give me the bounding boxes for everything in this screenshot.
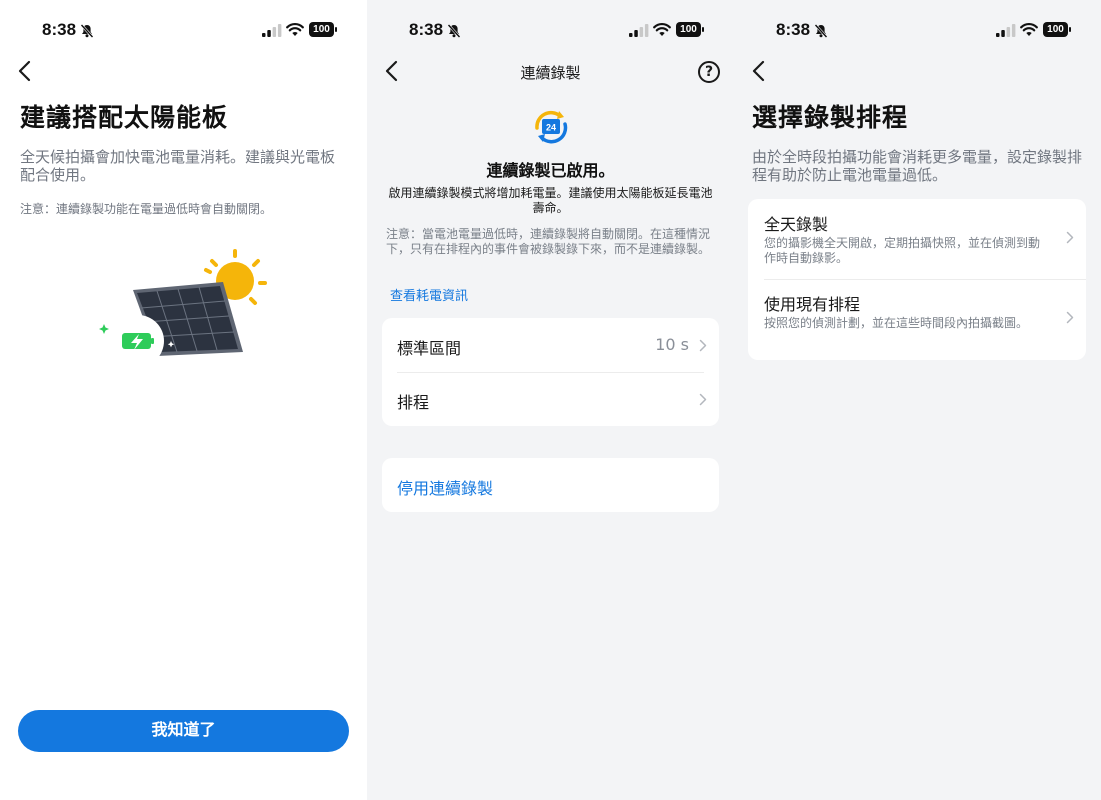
- status-time: 8:38: [776, 20, 811, 39]
- setting-label: 標準區間: [397, 339, 462, 358]
- back-chevron-icon[interactable]: [751, 60, 767, 82]
- enabled-body: 啟用連續錄製模式將增加耗電量。建議使用太陽能板延長電池壽命。: [388, 186, 713, 215]
- power-info-link[interactable]: 查看耗電資訊: [390, 285, 468, 304]
- signal-icon: [262, 24, 282, 37]
- page-description: 由於全時段拍攝功能會消耗更多電量，設定錄製排程有助於防止電池電量過低。: [752, 148, 1083, 184]
- help-icon[interactable]: ?: [698, 61, 720, 83]
- status-time: 8:38: [409, 20, 444, 39]
- option-existing-schedule[interactable]: 使用現有排程 按照您的偵測計劃，並在這些時間段內拍攝截圖。: [748, 279, 1086, 359]
- enabled-title: 連續錄製已啟用。: [486, 161, 615, 180]
- screen-solar-recommendation: 8:38 100 建議搭配太陽能板 全天候拍攝會加快電池電量消耗。建議與光電板配…: [0, 0, 367, 800]
- option-title: 使用現有排程: [764, 295, 861, 314]
- status-bar: 8:38 100: [734, 18, 1101, 44]
- screen-select-schedule: 8:38 100 選擇錄製排程 由於全時段拍攝功能會消耗更多電量，設定錄製排程有…: [734, 0, 1101, 800]
- chevron-right-icon: [699, 393, 707, 406]
- battery-level: 100: [676, 22, 701, 37]
- option-description: 您的攝影機全天開啟，定期拍攝快照，並在偵測到動作時自動錄影。: [764, 236, 1041, 265]
- battery-level: 100: [309, 22, 334, 37]
- enabled-note: 注意：當電池電量過低時，連續錄製將自動關閉。在這種情況下，只有在排程內的事件會被…: [386, 227, 711, 256]
- icon-24-label: 24: [546, 123, 556, 133]
- battery-icon: 100: [1043, 22, 1072, 37]
- chevron-right-icon: [699, 339, 707, 352]
- settings-card: 標準區間 10 s 排程: [382, 318, 719, 426]
- chevron-right-icon: [1066, 231, 1074, 244]
- wifi-icon: [286, 23, 304, 36]
- sparkle-icon: [99, 324, 109, 334]
- bell-muted-icon: [814, 24, 828, 38]
- wifi-icon: [1020, 23, 1038, 36]
- signal-icon: [996, 24, 1016, 37]
- screen-continuous-recording: 8:38 100 連續錄製 ? 24 連續錄製已啟用。 啟用連續錄製模式將增加耗…: [367, 0, 734, 800]
- back-chevron-icon[interactable]: [17, 60, 33, 82]
- chevron-right-icon: [1066, 311, 1074, 324]
- setting-row-interval[interactable]: 標準區間 10 s: [382, 318, 719, 372]
- signal-icon: [629, 24, 649, 37]
- page-title: 建議搭配太陽能板: [20, 103, 229, 132]
- nav-title: 連續錄製: [520, 64, 581, 82]
- setting-value: 10 s: [655, 335, 689, 354]
- got-it-button[interactable]: 我知道了: [18, 710, 349, 752]
- disable-continuous-button[interactable]: 停用連續錄製: [397, 475, 493, 499]
- wifi-icon: [653, 23, 671, 36]
- bell-muted-icon: [80, 24, 94, 38]
- schedule-options-card: 全天錄製 您的攝影機全天開啟，定期拍攝快照，並在偵測到動作時自動錄影。 使用現有…: [748, 199, 1086, 360]
- status-time: 8:38: [42, 20, 77, 39]
- status-bar: 8:38 100: [0, 18, 367, 44]
- battery-note: 注意：連續錄製功能在電量過低時會自動關閉。: [20, 202, 273, 216]
- continuous-24h-icon: 24: [535, 110, 568, 144]
- solar-panel-illustration: [99, 249, 267, 367]
- setting-row-schedule[interactable]: 排程: [382, 372, 719, 426]
- page-description: 全天候拍攝會加快電池電量消耗。建議與光電板配合使用。: [20, 148, 336, 184]
- option-description: 按照您的偵測計劃，並在這些時間段內拍攝截圖。: [764, 316, 1029, 330]
- option-all-day-recording[interactable]: 全天錄製 您的攝影機全天開啟，定期拍攝快照，並在偵測到動作時自動錄影。: [748, 199, 1086, 279]
- battery-icon: 100: [309, 22, 338, 37]
- battery-icon: 100: [676, 22, 705, 37]
- battery-level: 100: [1043, 22, 1068, 37]
- battery-charging-icon: [112, 315, 164, 367]
- page-title: 選擇錄製排程: [752, 103, 909, 132]
- setting-label: 排程: [397, 393, 430, 412]
- option-title: 全天錄製: [764, 215, 829, 234]
- disable-card[interactable]: 停用連續錄製: [382, 458, 719, 512]
- status-bar: 8:38 100: [367, 18, 734, 44]
- bell-muted-icon: [447, 24, 461, 38]
